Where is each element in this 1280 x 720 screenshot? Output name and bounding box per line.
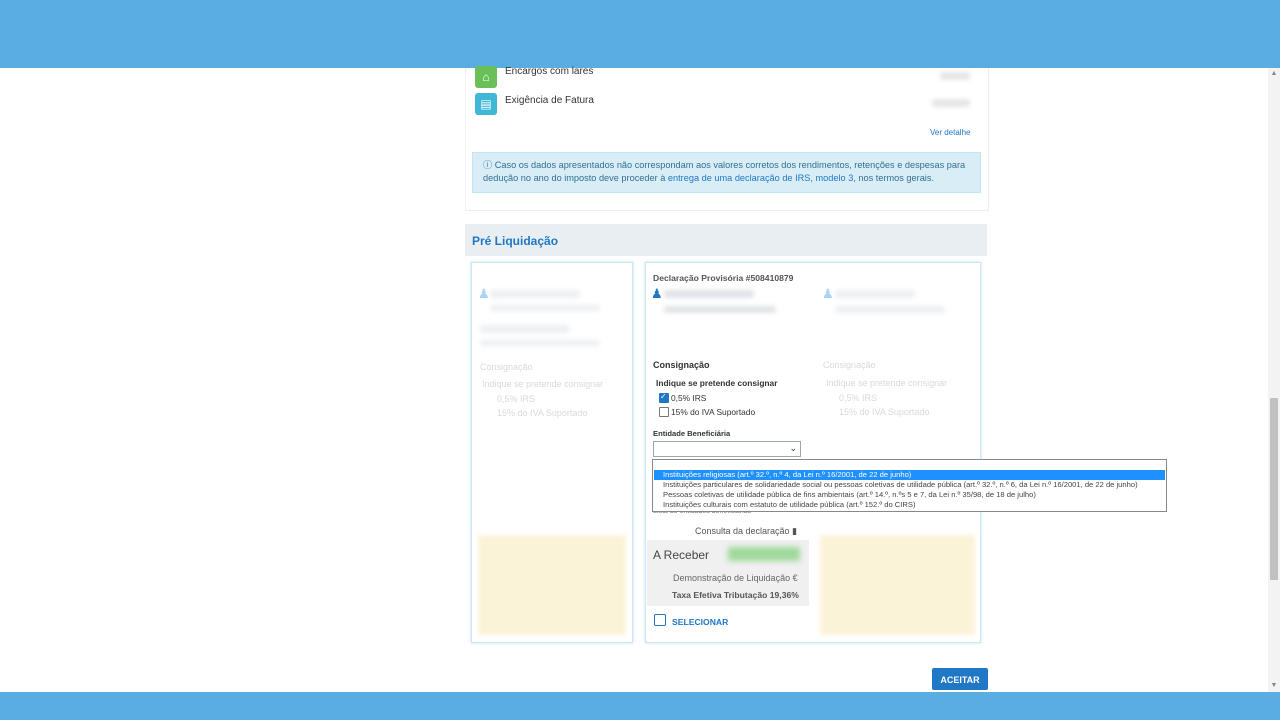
top-header-bar xyxy=(0,0,1280,68)
person-icon: ♟ xyxy=(822,286,834,301)
ghost-consignacao: Consignação xyxy=(480,362,533,372)
row-label-lares: Encargos com lares xyxy=(505,66,594,77)
declaracao-title: Declaração Provisória #508410879 xyxy=(653,273,794,283)
iva-label: 15% do IVA Suportado xyxy=(671,407,756,417)
blurred-nif xyxy=(664,306,776,313)
pre-liquidacao-header: Pré Liquidação xyxy=(465,224,987,256)
blurred-nif xyxy=(835,306,945,313)
entidade-select[interactable]: ⌄ xyxy=(653,441,801,457)
dropdown-option[interactable]: Instituições culturais com estatuto de u… xyxy=(654,500,1165,510)
entidade-label: Entidade Beneficiária xyxy=(653,429,731,438)
blurred-name xyxy=(480,325,570,333)
entidade-dropdown-list[interactable]: Instituições religiosas (art.º 32.º, n.º… xyxy=(652,459,1167,512)
blurred-value xyxy=(940,72,970,80)
iva-checkbox[interactable] xyxy=(659,407,669,417)
blurred-name xyxy=(664,290,754,298)
scroll-thumb[interactable] xyxy=(1270,398,1278,580)
bottom-bar xyxy=(0,692,1280,720)
info-text-end: , nos termos gerais. xyxy=(853,173,934,183)
declaracao-link[interactable]: entrega de uma declaração de IRS, modelo… xyxy=(668,173,853,183)
ghost-indique: Indique se pretende consignar xyxy=(482,379,604,389)
person-icon: ♟ xyxy=(651,286,663,301)
blurred-result xyxy=(820,535,975,635)
blurred-value xyxy=(932,99,970,107)
aceitar-button[interactable]: ACEITAR xyxy=(932,668,988,690)
selecionar-label[interactable]: SELECIONAR xyxy=(672,617,728,627)
invoice-icon: ▤ xyxy=(475,93,497,115)
ghost-consignacao: Consignação xyxy=(823,360,876,370)
section-title: Pré Liquidação xyxy=(472,234,559,248)
ver-detalhe-link[interactable]: Ver detalhe xyxy=(930,128,970,137)
selecionar-checkbox[interactable] xyxy=(654,614,666,626)
consulta-text: Consulta da declaração xyxy=(695,526,790,536)
ghost-irs: 0,5% IRS xyxy=(497,394,536,404)
dropdown-option[interactable]: Pessoas coletivas de utilidade pública d… xyxy=(654,490,1165,500)
blurred-nif xyxy=(480,340,600,346)
irs-checkbox[interactable] xyxy=(659,392,669,403)
house-icon: ⌂ xyxy=(475,66,497,88)
irs-label: 0,5% IRS xyxy=(671,393,707,403)
person-icon: ♟ xyxy=(478,286,490,301)
dropdown-option[interactable]: Instituições particulares de solidarieda… xyxy=(654,480,1165,490)
consignacao-label: Consignação xyxy=(653,360,710,370)
taxa-efetiva: Taxa Efetiva Tributação 19,36% xyxy=(672,590,799,600)
info-alert: ⓘ Caso os dados apresentados não corresp… xyxy=(472,152,981,193)
ghost-iva: 15% do IVA Suportado xyxy=(497,408,588,418)
page-scrollbar[interactable]: ▲ ▼ xyxy=(1268,68,1280,692)
a-receber-label: A Receber xyxy=(653,548,710,562)
blurred-amount xyxy=(728,547,800,561)
blurred-nif xyxy=(490,305,600,311)
info-icon: ⓘ xyxy=(483,160,495,170)
blurred-result xyxy=(478,535,626,635)
chevron-down-icon: ⌄ xyxy=(789,443,797,453)
scroll-up-icon[interactable]: ▲ xyxy=(1270,70,1278,78)
blurred-name xyxy=(835,290,915,298)
ghost-iva: 15% do IVA Suportado xyxy=(839,407,930,417)
blurred-name xyxy=(490,290,580,298)
consulta-link[interactable]: Consulta da declaração ▮ xyxy=(695,526,797,537)
demonstracao-link[interactable]: Demonstração de Liquidação € xyxy=(673,573,798,583)
row-label-fatura: Exigência de Fatura xyxy=(505,95,594,106)
indique-label: Indique se pretende consignar xyxy=(656,378,778,388)
scroll-down-icon[interactable]: ▼ xyxy=(1270,682,1278,690)
dropdown-option[interactable]: Instituições religiosas (art.º 32.º, n.º… xyxy=(654,470,1165,480)
document-icon: ▮ xyxy=(792,526,798,536)
ghost-indique: Indique se pretende consignar xyxy=(826,378,948,388)
ghost-irs: 0,5% IRS xyxy=(839,393,878,403)
